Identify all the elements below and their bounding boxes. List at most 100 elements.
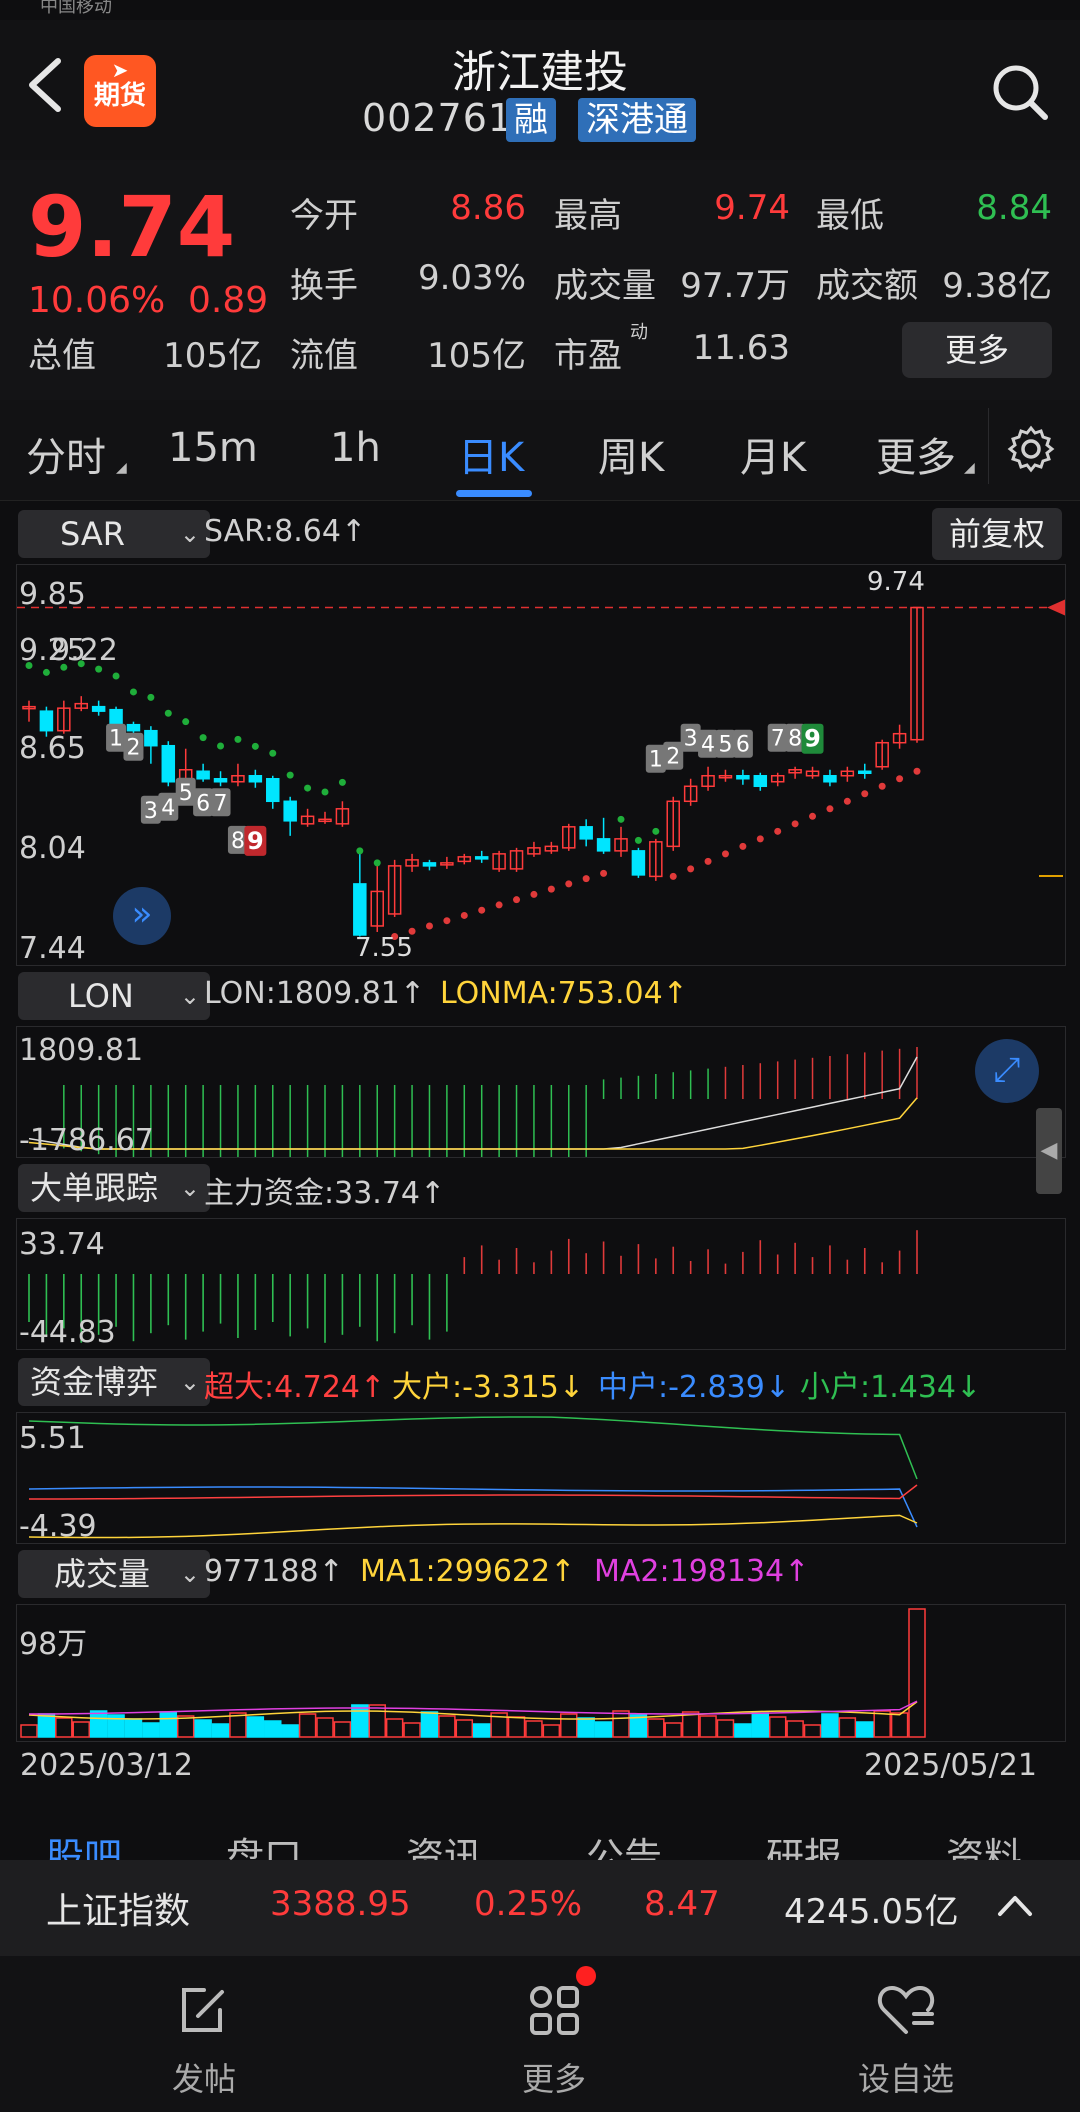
pe-sup: 动 [630, 322, 648, 343]
low-price-label: 7.55 [355, 933, 413, 963]
volume-y-top: 98万 [19, 1627, 88, 1662]
volume-bar [20, 1724, 38, 1738]
lon-value: LON:1809.81↑ [204, 976, 426, 1011]
content-tabs: 股吧 盘口 资讯 公告 研报 资料 [0, 1800, 1080, 1860]
sar-dot [42, 668, 50, 676]
lon-y-bottom: -1786.67 [19, 1123, 154, 1158]
tab-monthly[interactable]: 月K [740, 425, 806, 483]
fund-game-indicator-select[interactable]: 资金博弈 ⌄ [18, 1358, 210, 1406]
tab-weekly[interactable]: 周K [598, 425, 664, 483]
low-label: 最低 [816, 196, 884, 236]
tab-15m[interactable]: 15m [168, 425, 258, 471]
tab-research[interactable]: 研报 [766, 1826, 842, 1860]
tab-more[interactable]: 更多 [876, 425, 956, 483]
kline-y-tick-3: 8.04 [19, 831, 86, 866]
price-adjust-button[interactable]: 前复权 [932, 508, 1062, 560]
volume-indicator-select[interactable]: 成交量 ⌄ [18, 1550, 210, 1598]
lon-indicator-select[interactable]: LON ⌄ [18, 972, 210, 1020]
date-end: 2025/05/21 [864, 1748, 1037, 1783]
chevron-up-icon[interactable] [996, 1890, 1034, 1920]
volume-bar [351, 1704, 369, 1738]
volume-bar [176, 1715, 195, 1738]
sar-dot [809, 812, 817, 820]
more-grid-icon[interactable] [526, 1982, 582, 2038]
sequence-badge-label: 9 [804, 725, 821, 753]
index-ticker-bar[interactable]: 上证指数 3388.95 0.25% 8.47 4245.05亿 [0, 1860, 1080, 1956]
sequence-badge-label: 7 [214, 791, 228, 816]
tab-profile[interactable]: 资料 [946, 1826, 1022, 1860]
sar-dot [565, 880, 573, 888]
volume-bar [194, 1719, 212, 1738]
volume-chart-panel[interactable]: 98万 [16, 1604, 1066, 1742]
sar-dot [600, 869, 608, 877]
lon-select-label: LON [68, 977, 134, 1015]
tab-announcements[interactable]: 公告 [586, 1826, 662, 1860]
gear-icon[interactable] [1006, 424, 1056, 474]
sar-dot [321, 788, 329, 796]
sar-dot [147, 693, 155, 701]
favorite-heart-icon[interactable] [876, 1982, 936, 2038]
search-icon[interactable] [990, 62, 1050, 122]
kline-chart-panel[interactable]: 123456781234567899 9.85 9.25 9.22 8.65 8… [16, 564, 1066, 966]
amount-value: 9.38亿 [942, 266, 1052, 306]
kline-overlap-label: 9.22 [51, 633, 118, 668]
expand-right-icon[interactable]: » [113, 887, 171, 945]
lonma-line [28, 1097, 918, 1150]
tab-intraday[interactable]: 分时 [26, 425, 106, 483]
open-label: 今开 [290, 196, 358, 236]
total-value: 105亿 [163, 336, 262, 376]
pe-label: 市盈 [554, 336, 622, 376]
fund-game-chart-panel[interactable]: 5.51 -4.39 [16, 1412, 1066, 1544]
sar-dot [182, 718, 190, 726]
chevron-down-icon: ⌄ [179, 520, 200, 548]
quote-more-button[interactable]: 更多 [902, 322, 1052, 378]
fullscreen-icon[interactable]: ⤢ [975, 1039, 1039, 1103]
sar-indicator-select[interactable]: SAR ⌄ [18, 510, 210, 558]
change-pct: 10.06% [28, 280, 166, 321]
tab-1h[interactable]: 1h [330, 425, 381, 471]
candle [422, 862, 437, 867]
tab-daily[interactable]: 日K [458, 425, 524, 483]
nav-add-favorite[interactable]: 设自选 [806, 2054, 1006, 2100]
tab-orderbook[interactable]: 盘口 [226, 1826, 302, 1860]
tab-forum[interactable]: 股吧 [46, 1826, 122, 1860]
post-edit-icon[interactable] [174, 1982, 230, 2038]
stock-code: 002761 [362, 96, 514, 140]
bottom-navigation: 发帖 更多 设自选 [0, 1956, 1080, 2112]
nav-post[interactable]: 发帖 [104, 2054, 304, 2100]
big-order-indicator-select[interactable]: 大单跟踪 ⌄ [18, 1164, 210, 1212]
big-order-chart[interactable] [17, 1219, 1065, 1349]
sar-dot [112, 672, 120, 680]
fund-game-y-bottom: -4.39 [19, 1509, 97, 1544]
sequence-badge-label: 5 [179, 781, 193, 806]
volume-bar [699, 1715, 717, 1738]
lon-chart[interactable] [17, 1027, 1065, 1157]
volume-bar [455, 1719, 474, 1738]
candle [283, 800, 297, 822]
fund-game-chart[interactable] [17, 1413, 1065, 1543]
tabs-divider [988, 408, 989, 484]
turnover-label: 换手 [290, 266, 358, 306]
volume-chart[interactable] [17, 1605, 1065, 1741]
margin-tag[interactable]: 融 [506, 98, 556, 142]
stock-name: 浙江建投 [452, 47, 628, 98]
nav-more[interactable]: 更多 [454, 2054, 654, 2100]
lon-chart-panel[interactable]: 1809.81 -1786.67 ⤢ [16, 1026, 1066, 1158]
candle [631, 850, 646, 876]
sequence-badge-label: 7 [771, 727, 785, 752]
side-handle-icon[interactable]: ◀ [1036, 1108, 1062, 1194]
tab-intraday-caret-icon: ◢ [116, 460, 127, 476]
volume-bar [873, 1710, 891, 1738]
small-holder-line [28, 1416, 918, 1480]
tab-news[interactable]: 资讯 [406, 1826, 482, 1860]
sequence-badge-label: 2 [666, 745, 680, 770]
connect-tag[interactable]: 深港通 [578, 98, 696, 142]
candle [213, 778, 228, 783]
sar-dot [687, 865, 695, 873]
kline-chart[interactable]: 1 23 45 6 781 23 4 5 6 7 899 [17, 565, 1065, 965]
volume-bar [281, 1724, 299, 1738]
volume-bar [385, 1718, 404, 1738]
candle [266, 778, 280, 803]
main-fund-value: 主力资金:33.74↑ [204, 1176, 446, 1211]
big-order-chart-panel[interactable]: 33.74 -44.83 [16, 1218, 1066, 1350]
